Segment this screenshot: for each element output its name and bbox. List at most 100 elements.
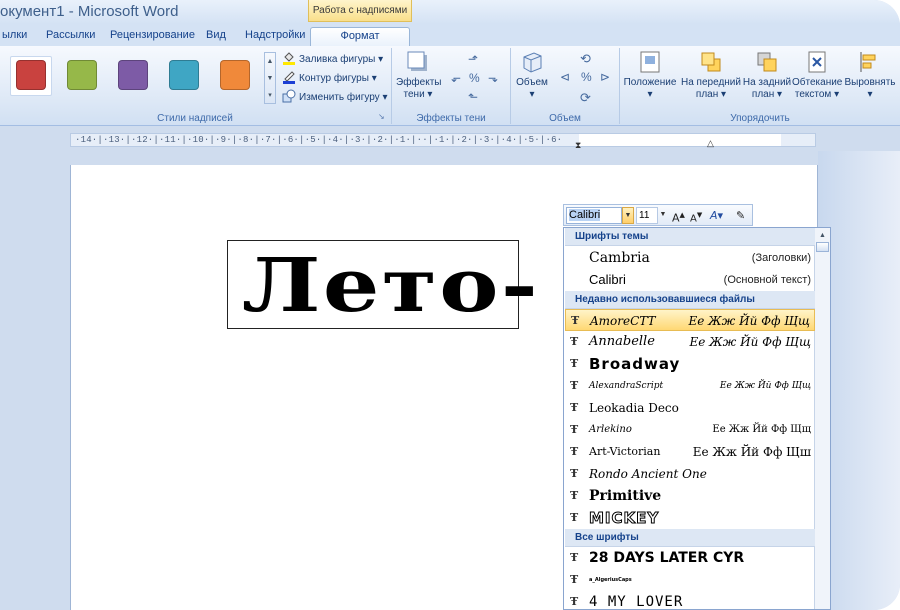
font-option-28-days-later-cyr[interactable]: Ŧ 28 DAYS LATER CYR bbox=[565, 547, 815, 569]
font-option-amorectt[interactable]: Ŧ AmoreCTT Ее Жж Йй Фф Щщ bbox=[565, 309, 815, 331]
ribbon-tabs: ылки Рассылки Рецензирование Вид Надстро… bbox=[0, 24, 900, 46]
font-size-dropdown-arrow[interactable]: ▼ bbox=[658, 207, 668, 224]
indent-marker-icon[interactable]: ⧗ bbox=[575, 140, 581, 151]
shadow-effects-icon bbox=[407, 51, 427, 71]
tab-view[interactable]: Вид bbox=[206, 27, 226, 46]
shadow-nudge-up-icon[interactable]: ⬏ bbox=[468, 52, 478, 66]
tilt-down-icon[interactable]: ⟳ bbox=[580, 90, 591, 106]
tilt-right-icon[interactable]: ⊳ bbox=[600, 70, 610, 84]
grow-font-icon[interactable]: A▲ bbox=[672, 207, 685, 225]
shapes-icon bbox=[282, 89, 296, 103]
truetype-icon: Ŧ bbox=[570, 379, 579, 392]
title-bar: окумент1 - Microsoft Word Работа с надпи… bbox=[0, 0, 900, 24]
font-option-mickey[interactable]: Ŧ MICKEY bbox=[565, 507, 815, 529]
font-size-box[interactable]: 11 bbox=[636, 207, 658, 224]
horizontal-ruler[interactable]: ·14·|·13·|·12·|·11·|·10·|·9·|·8·|·7·|·6·… bbox=[70, 133, 816, 150]
font-option-art-victorian[interactable]: Ŧ Art-Victorian Ее Жж Йй Фф Щш bbox=[565, 441, 815, 463]
font-option-annabelle[interactable]: Ŧ Annabelle Ее Жж Йй Фф Щщ bbox=[565, 331, 815, 353]
change-shape-button[interactable]: Изменить фигуру ▾ bbox=[282, 89, 388, 105]
shape-outline-button[interactable]: Контур фигуры ▾ bbox=[282, 70, 377, 86]
font-name-box[interactable]: Calibri bbox=[566, 207, 622, 224]
3d-cube-icon bbox=[523, 52, 542, 73]
font-option-cambria[interactable]: Cambria (Заголовки) bbox=[565, 247, 815, 269]
truetype-icon: Ŧ bbox=[570, 595, 579, 608]
font-option-arlekino[interactable]: Ŧ Arlekino Ее Жж Йй Фф Щщ bbox=[565, 419, 815, 441]
position-icon bbox=[640, 51, 660, 73]
text-box-content[interactable]: Лето- bbox=[242, 245, 540, 327]
3d-effects-button[interactable]: Объем ▾ bbox=[514, 50, 550, 101]
align-icon bbox=[860, 52, 876, 72]
right-indent-marker-icon[interactable]: △ bbox=[707, 138, 714, 149]
bring-to-front-button[interactable]: На передний план ▾ bbox=[680, 50, 742, 101]
align-button[interactable]: Выровнять ▾ bbox=[842, 50, 898, 101]
all-fonts-header: Все шрифты bbox=[565, 529, 815, 547]
style-swatch-orange[interactable] bbox=[220, 60, 250, 90]
shadow-nudge-down-icon[interactable]: ⬑ bbox=[468, 90, 478, 104]
truetype-icon: Ŧ bbox=[570, 335, 579, 348]
dialog-launcher-icon[interactable]: ↘ bbox=[378, 112, 385, 121]
style-swatch-purple[interactable] bbox=[118, 60, 148, 90]
send-to-back-icon bbox=[757, 52, 777, 72]
mini-font-toolbar: Calibri ▼ 11 ▼ A▲ A▼ A▾ ✎ bbox=[563, 204, 753, 226]
truetype-icon: Ŧ bbox=[570, 489, 579, 502]
font-option-a-algeriuscaps[interactable]: Ŧ a_AlgeriusCaps bbox=[565, 569, 815, 591]
truetype-icon: Ŧ bbox=[570, 445, 579, 458]
truetype-icon: Ŧ bbox=[570, 357, 579, 370]
bring-to-front-icon bbox=[701, 52, 721, 72]
text-wrap-button[interactable]: Обтекание текстом ▾ bbox=[792, 50, 842, 101]
word-window: окумент1 - Microsoft Word Работа с надпи… bbox=[0, 0, 900, 610]
shadow-nudge-left-icon[interactable]: ⬐ bbox=[451, 71, 461, 85]
truetype-icon: Ŧ bbox=[570, 401, 579, 414]
pen-outline-icon bbox=[283, 71, 295, 84]
ruler-text-region bbox=[579, 134, 781, 146]
position-button[interactable]: Положение ▾ bbox=[622, 50, 678, 101]
shadow-group-label: Эффекты тени bbox=[416, 113, 486, 124]
format-painter-icon[interactable]: ✎ bbox=[736, 207, 745, 224]
style-swatch-red[interactable] bbox=[16, 60, 46, 90]
text-effects-icon[interactable]: A▾ bbox=[710, 207, 723, 224]
send-to-back-button[interactable]: На задний план ▾ bbox=[742, 50, 792, 101]
arrange-group-label: Упорядочить bbox=[730, 113, 790, 124]
truetype-icon: Ŧ bbox=[570, 573, 579, 586]
ruler-area: ·14·|·13·|·12·|·11·|·10·|·9·|·8·|·7·|·6·… bbox=[0, 127, 900, 151]
font-option-alexandrascript[interactable]: Ŧ AlexandraScript Ее Жж Йй Фф Щщ bbox=[565, 375, 815, 397]
tilt-up-icon[interactable]: ⟲ bbox=[580, 51, 591, 67]
paint-bucket-icon bbox=[283, 52, 295, 65]
font-option-rondo-ancient-one[interactable]: Ŧ Rondo Ancient One bbox=[565, 463, 815, 485]
font-name-dropdown-arrow[interactable]: ▼ bbox=[622, 207, 634, 224]
font-option-calibri[interactable]: Calibri (Основной текст) bbox=[565, 269, 815, 291]
shadow-nudge-right-icon[interactable]: ⬎ bbox=[488, 71, 498, 85]
text-box[interactable]: Лето- bbox=[227, 240, 538, 329]
truetype-icon: Ŧ bbox=[571, 314, 580, 327]
3d-toggle-icon[interactable]: % bbox=[581, 70, 592, 84]
tab-mailings[interactable]: Рассылки bbox=[46, 27, 95, 46]
style-swatch-blue[interactable] bbox=[169, 60, 199, 90]
shadow-toggle-icon[interactable]: % bbox=[469, 71, 480, 85]
truetype-icon: Ŧ bbox=[570, 423, 579, 436]
ribbon: ▲ ▼ ▾ Заливка фигуры ▾ Контур фигуры ▾ Изм… bbox=[0, 46, 900, 126]
shrink-font-icon[interactable]: A▼ bbox=[690, 207, 702, 224]
tab-references[interactable]: ылки bbox=[2, 27, 27, 46]
font-option-primitive[interactable]: Ŧ Primitive bbox=[565, 485, 815, 507]
tab-format[interactable]: Формат bbox=[310, 27, 410, 46]
window-title: окумент1 - Microsoft Word bbox=[0, 3, 179, 20]
theme-fonts-header: Шрифты темы bbox=[565, 228, 815, 246]
tab-review[interactable]: Рецензирование bbox=[110, 27, 195, 46]
font-option-broadway[interactable]: Ŧ Broadway bbox=[565, 353, 815, 375]
shadow-effects-button[interactable]: Эффекты тени ▾ bbox=[396, 50, 441, 101]
shape-fill-button[interactable]: Заливка фигуры ▾ bbox=[282, 51, 383, 67]
font-option-leokadia-deco[interactable]: Ŧ Leokadia Deco bbox=[565, 397, 815, 419]
tab-addins[interactable]: Надстройки bbox=[245, 27, 305, 46]
scroll-thumb[interactable] bbox=[816, 242, 829, 252]
truetype-icon: Ŧ bbox=[570, 467, 579, 480]
styles-gallery-scroll[interactable]: ▲ ▼ ▾ bbox=[264, 52, 276, 104]
font-list-scrollbar[interactable]: ▲ bbox=[814, 228, 830, 609]
context-tab-group-label: Работа с надписями bbox=[308, 0, 412, 22]
font-option-4-my-lover[interactable]: Ŧ 4 MY LOVER bbox=[565, 591, 815, 609]
font-dropdown-list[interactable]: ▲ Шрифты темы Cambria (Заголовки) Calibr… bbox=[563, 227, 831, 610]
scroll-up-icon[interactable]: ▲ bbox=[816, 231, 829, 241]
tilt-left-icon[interactable]: ⊲ bbox=[560, 70, 570, 84]
style-swatch-green[interactable] bbox=[67, 60, 97, 90]
volume-group-label: Объем bbox=[549, 113, 581, 124]
truetype-icon: Ŧ bbox=[570, 511, 579, 524]
